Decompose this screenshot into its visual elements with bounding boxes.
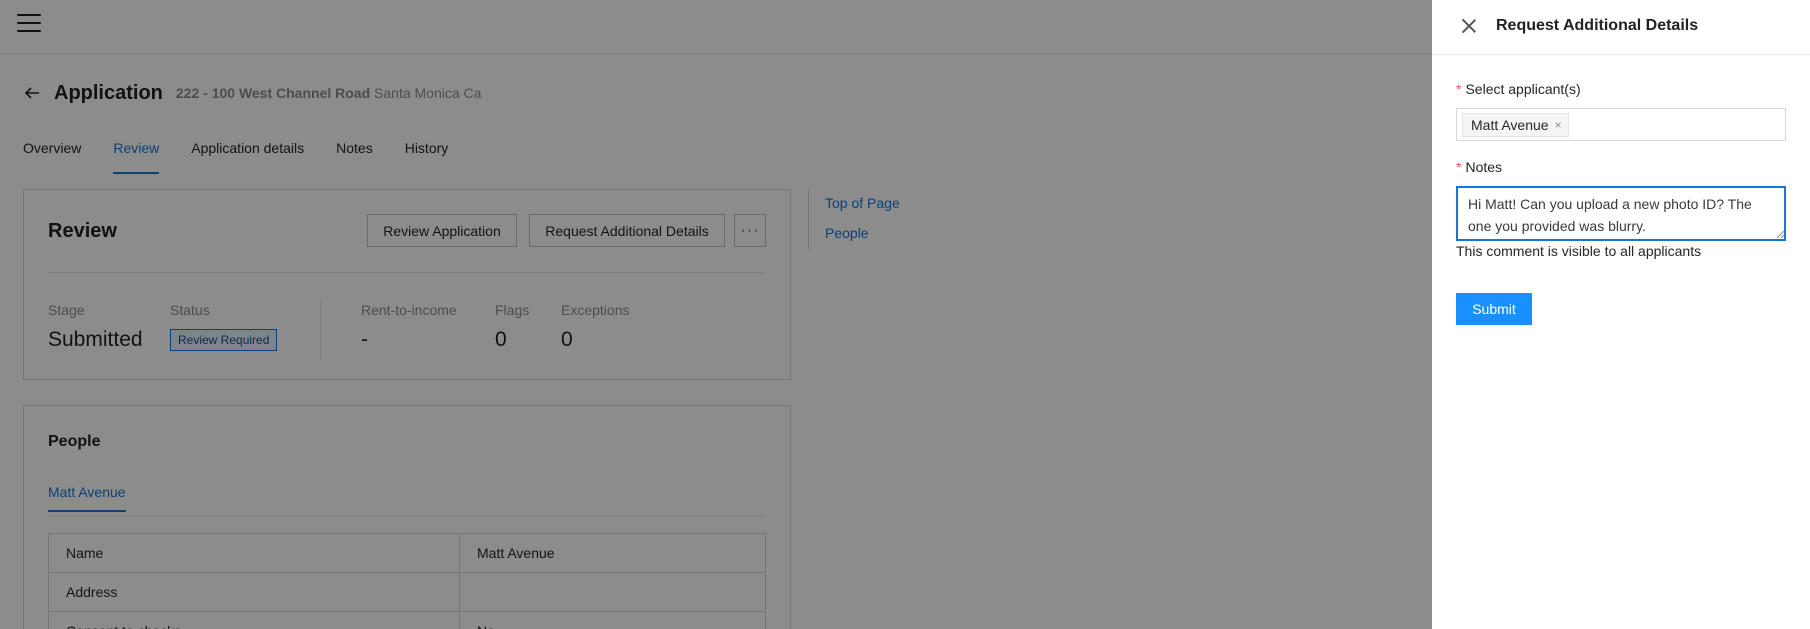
required-mark: * <box>1456 81 1462 97</box>
request-details-drawer: Request Additional Details * Select appli… <box>1432 0 1810 629</box>
notes-help-text: This comment is visible to all applicant… <box>1456 243 1702 259</box>
applicant-select[interactable]: Matt Avenue × <box>1456 108 1786 141</box>
modal-overlay[interactable] <box>0 0 1432 629</box>
applicants-label-text: Select applicant(s) <box>1465 81 1581 97</box>
close-icon[interactable] <box>1461 18 1477 34</box>
notes-label: * Notes <box>1456 159 1502 175</box>
required-mark: * <box>1456 159 1462 175</box>
applicants-label: * Select applicant(s) <box>1456 81 1581 97</box>
drawer-title: Request Additional Details <box>1496 17 1699 34</box>
notes-textarea[interactable]: Hi Matt! Can you upload a new photo ID? … <box>1456 186 1786 241</box>
applicant-tag: Matt Avenue × <box>1462 113 1569 137</box>
resize-handle-icon[interactable] <box>1776 230 1785 239</box>
submit-button[interactable]: Submit <box>1456 293 1532 325</box>
drawer-header: Request Additional Details <box>1432 0 1810 55</box>
applicant-tag-label: Matt Avenue <box>1471 117 1549 133</box>
notes-label-text: Notes <box>1465 159 1503 175</box>
remove-tag-icon[interactable]: × <box>1555 118 1562 132</box>
